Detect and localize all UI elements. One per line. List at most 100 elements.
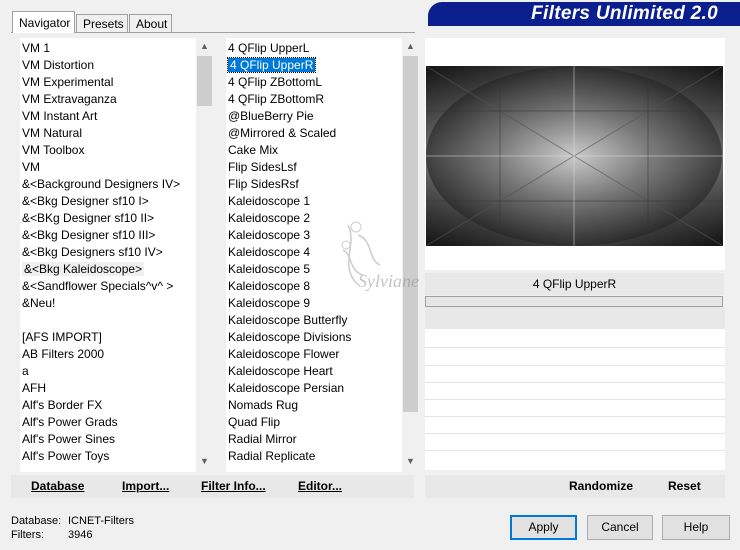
list-item[interactable]: VM <box>20 159 196 176</box>
list-item[interactable]: VM Natural <box>20 125 196 142</box>
list-item-label: Kaleidoscope Flower <box>228 347 340 361</box>
list-item-label: Kaleidoscope 5 <box>228 262 311 276</box>
list-item[interactable]: &<Bkg Kaleidoscope> <box>20 261 196 278</box>
list-item[interactable]: &<Sandflower Specials^v^ > <box>20 278 196 295</box>
database-status-value: ICNET-Filters <box>68 515 134 527</box>
list-item-label: Kaleidoscope Divisions <box>228 330 352 344</box>
cancel-button[interactable]: Cancel <box>587 515 653 540</box>
list-item[interactable]: 4 QFlip UpperL <box>226 40 402 57</box>
tab-navigator[interactable]: Navigator <box>12 11 75 33</box>
list-item[interactable]: Kaleidoscope Butterfly <box>226 312 402 329</box>
list-item[interactable]: VM Distortion <box>20 57 196 74</box>
list-item[interactable]: Flip SidesLsf <box>226 159 402 176</box>
list-item[interactable]: Nomads Rug <box>226 397 402 414</box>
list-item[interactable]: Kaleidoscope Flower <box>226 346 402 363</box>
list-item[interactable]: 4 QFlip ZBottomR <box>226 91 402 108</box>
list-item-label: VM Experimental <box>22 75 114 89</box>
list-item[interactable]: [AFS IMPORT] <box>20 329 196 346</box>
list-item[interactable]: Alf's Power Toys <box>20 448 196 465</box>
progress-bar <box>425 296 723 307</box>
reset-button[interactable]: Reset <box>668 475 701 498</box>
list-item[interactable]: Kaleidoscope Heart <box>226 363 402 380</box>
list-item[interactable]: &<Bkg Designers sf10 IV> <box>20 244 196 261</box>
filters-status-value: 3946 <box>68 529 93 541</box>
list-item[interactable]: Flip SidesRsf <box>226 176 402 193</box>
list-item[interactable]: 4 QFlip ZBottomL <box>226 74 402 91</box>
scroll-up-icon[interactable]: ▲ <box>402 38 419 55</box>
list-item-label: Nomads Rug <box>228 398 299 412</box>
list-item[interactable]: AFH <box>20 380 196 397</box>
list-item-label: Kaleidoscope 8 <box>228 279 311 293</box>
tab-about[interactable]: About <box>129 14 172 32</box>
filter-info-button[interactable]: Filter Info... <box>201 475 266 498</box>
list-item-label: &<Bkg Designers sf10 IV> <box>22 245 163 259</box>
parameter-slot <box>425 450 725 451</box>
list-item-label: Flip SidesLsf <box>228 160 297 174</box>
database-status: Database: ICNET-Filters <box>11 515 134 527</box>
list-item[interactable]: &Neu! <box>20 295 196 312</box>
list-item-label: Kaleidoscope 2 <box>228 211 311 225</box>
list-item[interactable]: @Mirrored & Scaled <box>226 125 402 142</box>
list-item-label: &<Sandflower Specials^v^ > <box>22 279 174 293</box>
list-item[interactable]: &<Bkg Designer sf10 I> <box>20 193 196 210</box>
list-item[interactable]: &<Bkg Designer sf10 III> <box>20 227 196 244</box>
parameter-slot <box>425 382 725 383</box>
list-item[interactable]: Alf's Power Grads <box>20 414 196 431</box>
list-item-label: &<Background Designers IV> <box>22 177 181 191</box>
list-item[interactable]: AB Filters 2000 <box>20 346 196 363</box>
list-item[interactable] <box>20 312 196 329</box>
list-item-label: Quad Flip <box>228 415 281 429</box>
list-item-label: VM Toolbox <box>22 143 85 157</box>
list-item[interactable]: VM Experimental <box>20 74 196 91</box>
list-item-label: &<Bkg Designer sf10 I> <box>22 194 149 208</box>
tab-presets[interactable]: Presets <box>76 14 128 32</box>
list-item-label: 4 QFlip UpperR <box>226 57 317 73</box>
list-item-label: Kaleidoscope 4 <box>228 245 311 259</box>
randomize-button[interactable]: Randomize <box>569 475 633 498</box>
editor-button[interactable]: Editor... <box>298 475 342 498</box>
scroll-down-icon[interactable]: ▼ <box>196 453 213 470</box>
list-item[interactable]: a <box>20 363 196 380</box>
list-item[interactable]: VM 1 <box>20 40 196 57</box>
scroll-down-icon[interactable]: ▼ <box>402 453 419 470</box>
help-button[interactable]: Help <box>662 515 730 540</box>
category-scrollbar[interactable]: ▲ ▼ <box>196 38 213 470</box>
list-item[interactable]: Alf's Power Sines <box>20 431 196 448</box>
list-item-label: VM Instant Art <box>22 109 98 123</box>
list-item[interactable]: @BlueBerry Pie <box>226 108 402 125</box>
list-item[interactable]: VM Toolbox <box>20 142 196 159</box>
database-button[interactable]: Database <box>31 475 84 498</box>
list-item[interactable]: Radial Replicate <box>226 448 402 465</box>
list-item[interactable]: VM Instant Art <box>20 108 196 125</box>
list-item[interactable]: Alf's Border FX <box>20 397 196 414</box>
list-item[interactable]: Quad Flip <box>226 414 402 431</box>
list-item[interactable]: 4 QFlip UpperR <box>226 57 402 74</box>
tab-presets-label: Presets <box>83 17 124 31</box>
parameter-header <box>425 307 725 329</box>
list-item[interactable]: Cake Mix <box>226 142 402 159</box>
list-item-label: &<Bkg Kaleidoscope> <box>22 262 145 276</box>
watermark-logo: Sylviane <box>341 221 419 291</box>
list-item[interactable]: Kaleidoscope Persian <box>226 380 402 397</box>
list-item-label: Radial Mirror <box>228 432 297 446</box>
list-item-label: Kaleidoscope 9 <box>228 296 311 310</box>
list-item-label: VM Extravaganza <box>22 92 117 106</box>
list-item[interactable]: Radial Mirror <box>226 431 402 448</box>
list-item-label: Alf's Border FX <box>22 398 103 412</box>
import-button[interactable]: Import... <box>122 475 169 498</box>
category-scroll-thumb[interactable] <box>197 56 212 106</box>
list-item-label: Alf's Power Grads <box>22 415 118 429</box>
parameter-panel <box>425 307 725 470</box>
apply-button[interactable]: Apply <box>510 515 577 540</box>
category-list[interactable]: VM 1 VM Distortion VM Experimental VM Extra… <box>20 38 196 472</box>
list-item[interactable]: VM Extravaganza <box>20 91 196 108</box>
title-banner: Filters Unlimited 2.0 <box>428 2 740 26</box>
parameter-slot <box>425 365 725 366</box>
list-item-label: AFH <box>22 381 46 395</box>
list-item-label: [AFS IMPORT] <box>22 330 102 344</box>
scroll-up-icon[interactable]: ▲ <box>196 38 213 55</box>
list-item[interactable]: Kaleidoscope Divisions <box>226 329 402 346</box>
list-item-label: 4 QFlip UpperL <box>228 41 310 55</box>
list-item[interactable]: &<BKg Designer sf10 II> <box>20 210 196 227</box>
list-item[interactable]: &<Background Designers IV> <box>20 176 196 193</box>
